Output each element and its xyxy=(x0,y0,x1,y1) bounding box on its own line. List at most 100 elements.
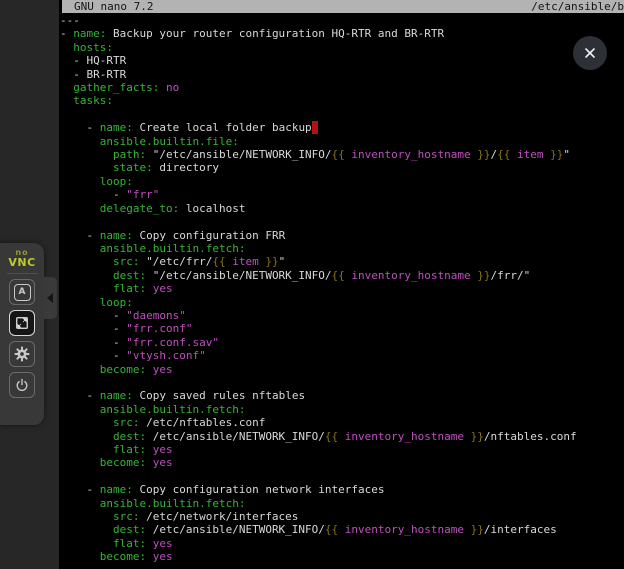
code-segment: tasks: xyxy=(73,94,113,107)
terminal-window[interactable]: GNU nano 7.2 /etc/ansible/b ---- name: B… xyxy=(59,0,624,569)
code-segment xyxy=(60,282,113,295)
code-segment: loop: xyxy=(100,175,133,188)
code-segment xyxy=(60,403,100,416)
code-segment: yes xyxy=(153,282,173,295)
code-line[interactable]: src: /etc/nftables.conf xyxy=(60,416,624,429)
file-path: /etc/ansible/b xyxy=(531,0,624,13)
code-segment: dest: xyxy=(113,430,146,443)
fullscreen-button[interactable] xyxy=(9,310,35,336)
code-line[interactable]: become: yes xyxy=(60,363,624,376)
code-line[interactable]: --- xyxy=(60,14,624,27)
code-segment: yes xyxy=(153,443,173,456)
code-line[interactable] xyxy=(60,376,624,389)
code-line[interactable]: path: "/etc/ansible/NETWORK_INFO/{{ inve… xyxy=(60,148,624,161)
fullscreen-icon xyxy=(13,314,31,332)
code-line[interactable]: tasks: xyxy=(60,94,624,107)
code-segment xyxy=(60,416,113,429)
editor-content[interactable]: ---- name: Backup your router configurat… xyxy=(59,13,624,564)
app-title: GNU nano 7.2 xyxy=(74,0,153,13)
code-line[interactable]: flat: yes xyxy=(60,443,624,456)
code-line[interactable]: - name: Copy configuration FRR xyxy=(60,229,624,242)
code-line[interactable]: ansible.builtin.fetch: xyxy=(60,497,624,510)
code-line[interactable]: state: directory xyxy=(60,161,624,174)
code-segment: - xyxy=(60,483,100,496)
code-segment xyxy=(159,81,166,94)
novnc-logo: no VNC xyxy=(0,249,44,268)
nano-titlebar: GNU nano 7.2 /etc/ansible/b xyxy=(62,0,624,13)
code-segment xyxy=(60,497,100,510)
control-bar-handle[interactable] xyxy=(44,277,57,319)
code-line[interactable]: - "vtysh.conf" xyxy=(60,349,624,362)
text-cursor xyxy=(312,121,319,134)
code-segment: {{ xyxy=(325,523,338,536)
code-line[interactable]: ansible.builtin.fetch: xyxy=(60,403,624,416)
code-segment xyxy=(60,510,113,523)
code-line[interactable]: become: yes xyxy=(60,456,624,469)
code-segment: flat: xyxy=(113,443,146,456)
code-line[interactable] xyxy=(60,108,624,121)
code-segment: ansible.builtin.fetch: xyxy=(100,403,246,416)
code-line[interactable]: src: "/etc/frr/{{ item }}" xyxy=(60,255,624,268)
code-segment xyxy=(60,135,100,148)
code-line[interactable]: - BR-RTR xyxy=(60,68,624,81)
code-line[interactable]: - name: Copy configuration network inter… xyxy=(60,483,624,496)
code-segment: }} xyxy=(550,148,563,161)
code-segment: - xyxy=(60,336,126,349)
code-line[interactable]: - name: Create local folder backup xyxy=(60,121,624,134)
settings-button[interactable] xyxy=(9,341,35,367)
code-line[interactable]: dest: "/etc/ansible/NETWORK_INFO/{{ inve… xyxy=(60,269,624,282)
gear-icon xyxy=(12,344,32,364)
code-line[interactable]: - "frr" xyxy=(60,188,624,201)
code-line[interactable]: flat: yes xyxy=(60,282,624,295)
code-segment: dest: xyxy=(113,269,146,282)
code-line[interactable]: src: /etc/network/interfaces xyxy=(60,510,624,523)
code-line[interactable]: - "frr.conf" xyxy=(60,322,624,335)
code-segment xyxy=(60,148,113,161)
code-line[interactable] xyxy=(60,470,624,483)
code-segment xyxy=(60,242,100,255)
code-segment: "frr" xyxy=(126,188,159,201)
keyboard-button[interactable]: A xyxy=(9,279,35,305)
code-line[interactable]: - name: Backup your router configuration… xyxy=(60,27,624,40)
code-line[interactable]: gather_facts: no xyxy=(60,81,624,94)
code-segment: flat: xyxy=(113,537,146,550)
code-line[interactable]: - name: Copy saved rules nftables xyxy=(60,389,624,402)
code-segment: " xyxy=(563,148,570,161)
code-segment: name: xyxy=(73,27,106,40)
code-segment: ansible.builtin.fetch: xyxy=(100,242,246,255)
code-line[interactable]: hosts: xyxy=(60,41,624,54)
close-button[interactable] xyxy=(573,36,607,70)
code-segment: {{ xyxy=(332,269,345,282)
code-line[interactable]: dest: /etc/ansible/NETWORK_INFO/{{ inven… xyxy=(60,523,624,536)
code-segment: Copy saved rules nftables xyxy=(133,389,305,402)
code-segment xyxy=(146,443,153,456)
code-line[interactable]: loop: xyxy=(60,175,624,188)
code-line[interactable]: become: yes xyxy=(60,550,624,563)
code-segment: src: xyxy=(113,255,140,268)
code-segment: become: xyxy=(100,456,146,469)
code-segment: state: xyxy=(113,161,153,174)
power-button[interactable] xyxy=(9,372,35,398)
code-line[interactable]: ansible.builtin.fetch: xyxy=(60,242,624,255)
code-segment: - xyxy=(60,322,126,335)
code-line[interactable]: ansible.builtin.file: xyxy=(60,135,624,148)
code-segment: /etc/network/interfaces xyxy=(139,510,298,523)
code-line[interactable]: flat: yes xyxy=(60,537,624,550)
code-line[interactable]: - "daemons" xyxy=(60,309,624,322)
code-segment: - xyxy=(60,349,126,362)
code-segment: "daemons" xyxy=(126,309,186,322)
code-segment: - xyxy=(60,309,126,322)
code-segment xyxy=(146,550,153,563)
code-segment xyxy=(60,363,100,376)
vnc-separator xyxy=(7,273,37,274)
code-line[interactable]: dest: /etc/ansible/NETWORK_INFO/{{ inven… xyxy=(60,430,624,443)
code-line[interactable]: - HQ-RTR xyxy=(60,54,624,67)
code-line[interactable]: delegate_to: localhost xyxy=(60,202,624,215)
code-segment: "frr.conf.sav" xyxy=(126,336,219,349)
code-line[interactable] xyxy=(60,215,624,228)
code-segment: - xyxy=(60,229,100,242)
code-segment: localhost xyxy=(179,202,245,215)
code-line[interactable]: - "frr.conf.sav" xyxy=(60,336,624,349)
code-segment: no xyxy=(166,81,179,94)
code-line[interactable]: loop: xyxy=(60,296,624,309)
